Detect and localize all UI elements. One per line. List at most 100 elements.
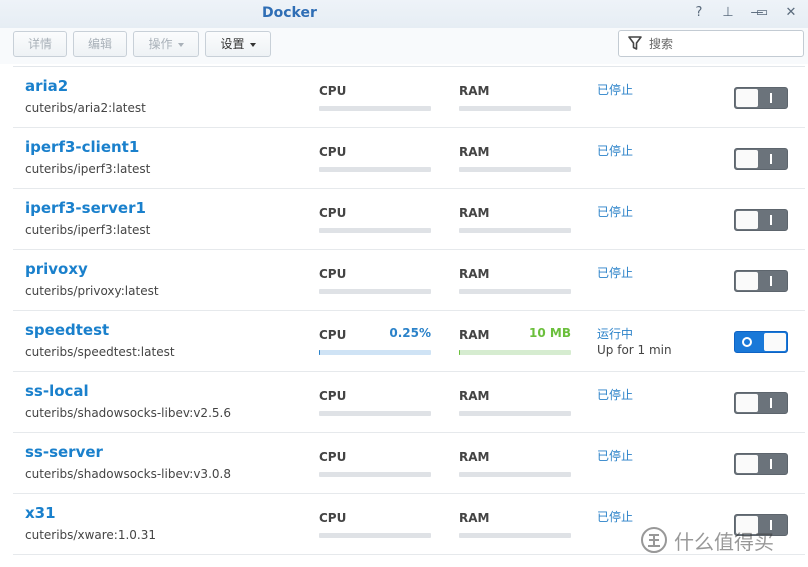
search-box[interactable] — [618, 30, 804, 57]
settings-dropdown-button[interactable]: 设置 — [205, 31, 271, 57]
container-name[interactable]: iperf3-client1 — [25, 138, 139, 156]
ram-label: RAM — [459, 206, 490, 220]
power-toggle[interactable] — [734, 209, 788, 231]
toggle-knob — [736, 272, 758, 290]
container-row[interactable]: privoxy cuteribs/privoxy:latest CPU RAM 已停止 — [13, 250, 805, 311]
close-icon[interactable]: ✕ — [782, 4, 800, 22]
pin-icon[interactable]: ⊥ — [719, 4, 737, 22]
cpu-usage-bar — [319, 167, 431, 172]
ram-usage-bar — [459, 350, 571, 355]
power-line-icon — [770, 215, 772, 225]
power-line-icon — [770, 398, 772, 408]
power-ring-icon — [742, 337, 752, 347]
ram-usage-bar — [459, 228, 571, 233]
edit-button[interactable]: 编辑 — [73, 31, 127, 57]
search-input[interactable] — [649, 35, 799, 53]
cpu-label: CPU — [319, 450, 347, 464]
container-name[interactable]: speedtest — [25, 321, 109, 339]
status-text: 已停止 — [597, 205, 634, 219]
watermark-text: 什么值得买 — [674, 529, 774, 554]
action-button-label: 操作 — [148, 37, 173, 51]
ram-label: RAM — [459, 84, 490, 98]
toggle-knob — [736, 150, 758, 168]
status-text: 运行中 — [597, 327, 634, 341]
cpu-usage-bar — [319, 472, 431, 477]
cpu-label: CPU — [319, 84, 347, 98]
container-image: cuteribs/shadowsocks-libev:v3.0.8 — [25, 467, 231, 481]
cpu-label: CPU — [319, 267, 347, 281]
container-row[interactable]: iperf3-client1 cuteribs/iperf3:latest CPU R… — [13, 128, 805, 189]
cpu-usage-bar — [319, 289, 431, 294]
maximize-icon[interactable]: ▭ — [753, 4, 771, 22]
window-title: Docker — [262, 5, 317, 21]
container-row[interactable]: aria2 cuteribs/aria2:latest CPU RAM 已停止 — [13, 67, 805, 128]
status-text: 已停止 — [597, 510, 634, 524]
container-image: cuteribs/xware:1.0.31 — [25, 528, 157, 542]
power-toggle[interactable] — [734, 270, 788, 292]
container-name[interactable]: privoxy — [25, 260, 88, 278]
container-row[interactable]: speedtest cuteribs/speedtest:latest CPU 0.2… — [13, 311, 805, 372]
cpu-label: CPU — [319, 389, 347, 403]
ram-label: RAM — [459, 328, 490, 342]
toggle-knob — [736, 394, 758, 412]
power-line-icon — [770, 93, 772, 103]
cpu-usage-bar — [319, 533, 431, 538]
ram-label: RAM — [459, 145, 490, 159]
ram-usage-bar — [459, 533, 571, 538]
power-toggle[interactable] — [734, 148, 788, 170]
ram-usage-bar — [459, 167, 571, 172]
settings-button-label: 设置 — [220, 37, 245, 51]
details-button-label: 详情 — [27, 37, 52, 51]
ram-value: 10 MB — [529, 326, 571, 340]
status-text: 已停止 — [597, 388, 634, 402]
cpu-value: 0.25% — [389, 326, 431, 340]
chevron-down-icon — [249, 42, 256, 47]
help-icon[interactable]: ? — [690, 4, 708, 22]
container-row[interactable]: iperf3-server1 cuteribs/iperf3:latest CPU R… — [13, 189, 805, 250]
container-name[interactable]: ss-local — [25, 382, 89, 400]
container-image: cuteribs/iperf3:latest — [25, 162, 151, 176]
status-text: 已停止 — [597, 144, 634, 158]
cpu-usage-bar — [319, 106, 431, 111]
power-line-icon — [770, 154, 772, 164]
ram-label: RAM — [459, 389, 490, 403]
container-name[interactable]: x31 — [25, 504, 56, 522]
status-text: 已停止 — [597, 266, 634, 280]
container-image: cuteribs/iperf3:latest — [25, 223, 151, 237]
container-image: cuteribs/shadowsocks-libev:v2.5.6 — [25, 406, 231, 420]
container-row[interactable]: ss-local cuteribs/shadowsocks-libev:v2.5.… — [13, 372, 805, 433]
details-button[interactable]: 详情 — [13, 31, 67, 57]
toggle-knob — [736, 89, 758, 107]
container-image: cuteribs/speedtest:latest — [25, 345, 175, 359]
power-toggle[interactable] — [734, 331, 788, 353]
cpu-usage-bar — [319, 411, 431, 416]
ram-usage-fill — [459, 350, 460, 355]
power-toggle[interactable] — [734, 87, 788, 109]
power-toggle[interactable] — [734, 453, 788, 475]
toggle-knob — [736, 455, 758, 473]
power-toggle[interactable] — [734, 392, 788, 414]
power-line-icon — [770, 276, 772, 286]
container-name[interactable]: aria2 — [25, 77, 68, 95]
uptime-text: Up for 1 min — [597, 343, 672, 357]
filter-icon — [628, 36, 642, 50]
container-row[interactable]: ss-server cuteribs/shadowsocks-libev:v3.0… — [13, 433, 805, 494]
container-name[interactable]: ss-server — [25, 443, 103, 461]
ram-usage-bar — [459, 289, 571, 294]
cpu-label: CPU — [319, 206, 347, 220]
cpu-label: CPU — [319, 511, 347, 525]
container-name[interactable]: iperf3-server1 — [25, 199, 146, 217]
action-dropdown-button[interactable]: 操作 — [133, 31, 199, 57]
cpu-label: CPU — [319, 328, 347, 342]
toggle-knob — [736, 211, 758, 229]
container-list: aria2 cuteribs/aria2:latest CPU RAM 已停止 iperf… — [13, 66, 805, 555]
zhi-logo-icon — [641, 527, 667, 553]
cpu-usage-bar — [319, 228, 431, 233]
ram-usage-bar — [459, 472, 571, 477]
toggle-knob — [764, 333, 786, 351]
chevron-down-icon — [177, 42, 184, 47]
ram-label: RAM — [459, 450, 490, 464]
container-image: cuteribs/aria2:latest — [25, 101, 146, 115]
edit-button-label: 编辑 — [87, 37, 112, 51]
ram-label: RAM — [459, 267, 490, 281]
